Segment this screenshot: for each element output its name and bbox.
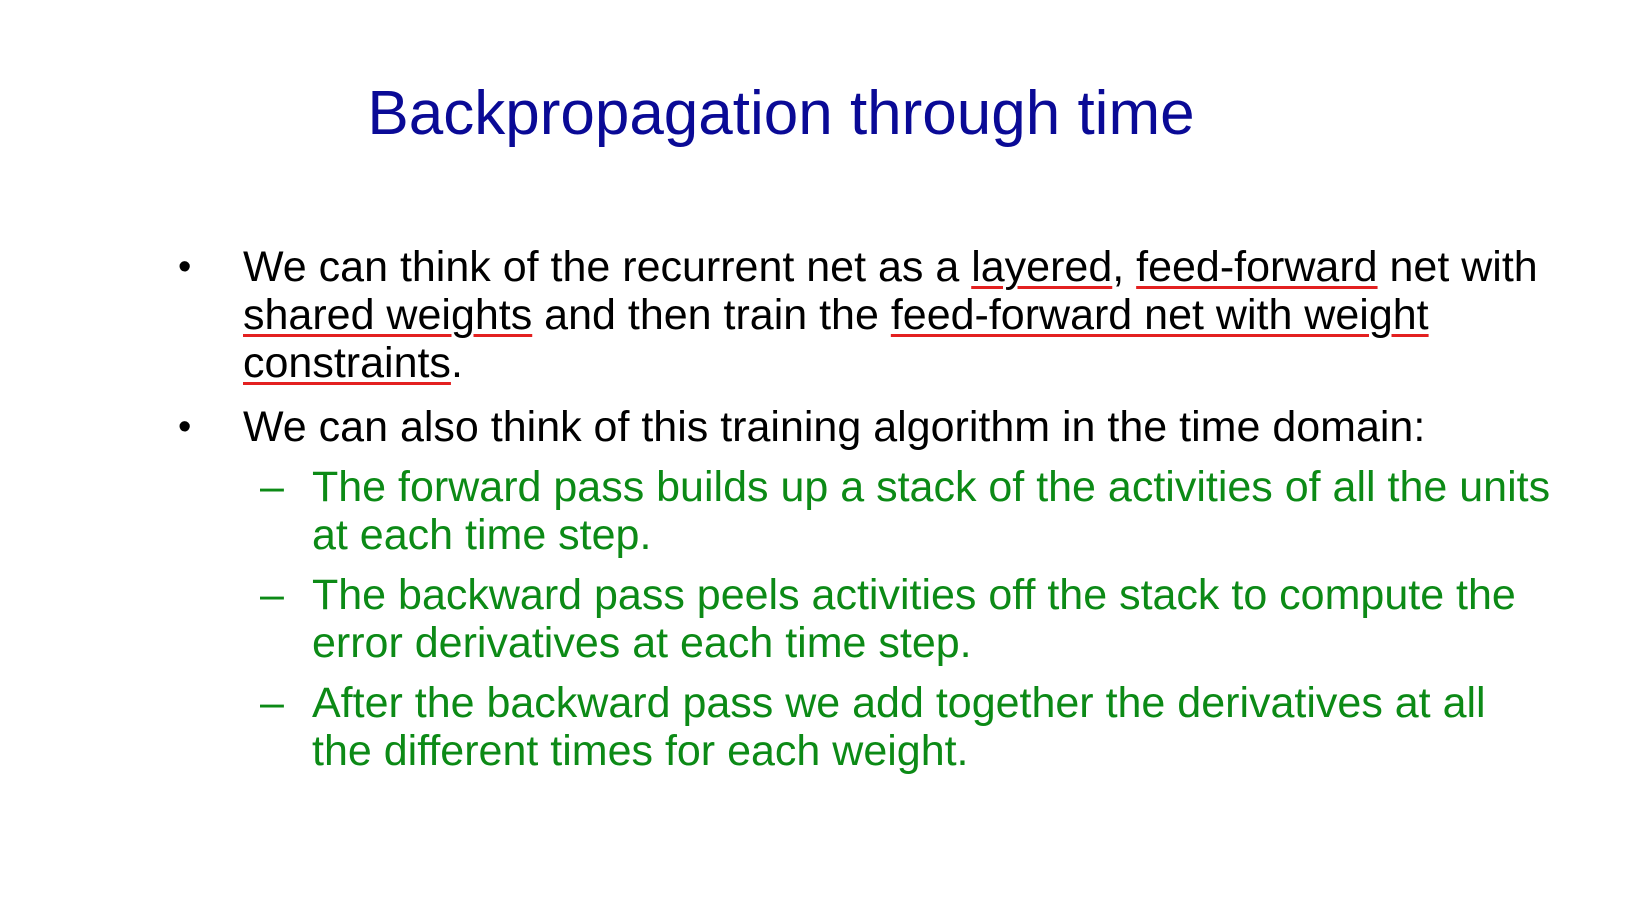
sub-bullet-text: The backward pass peels activities off t… (312, 571, 1516, 667)
sub-bullet-item: – After the backward pass we add togethe… (260, 679, 1552, 775)
sub-bullet-item: – The backward pass peels activities off… (260, 571, 1552, 667)
bullet-text: and then train the (532, 291, 891, 339)
bullet-marker: • (178, 246, 192, 288)
sub-bullet-item: – The forward pass builds up a stack of … (260, 463, 1552, 559)
slide-title: Backpropagation through time (367, 79, 1195, 148)
underlined-term: shared weights (243, 291, 533, 339)
underlined-term: layered (971, 243, 1113, 291)
sub-bullet-marker: – (260, 679, 284, 727)
sub-bullet-text: After the backward pass we add together … (312, 679, 1486, 775)
bullet-item: • We can also think of this training alg… (178, 403, 1583, 451)
bullet-text: We can also think of this training algor… (243, 403, 1426, 451)
bullet-item: • We can think of the recurrent net as a… (178, 243, 1583, 387)
bullet-text: net with (1377, 243, 1538, 291)
bullet-text: , (1112, 243, 1137, 291)
bullet-text: . (450, 339, 463, 387)
sub-bullet-marker: – (260, 463, 284, 511)
underlined-term: feed-forward (1136, 243, 1378, 291)
bullet-text: We can think of the recurrent net as a (243, 243, 972, 291)
slide: Backpropagation through time • We can th… (0, 0, 1628, 915)
sub-bullet-text: The forward pass builds up a stack of th… (312, 463, 1551, 559)
sub-bullet-marker: – (260, 571, 284, 619)
bullet-marker: • (178, 406, 192, 448)
